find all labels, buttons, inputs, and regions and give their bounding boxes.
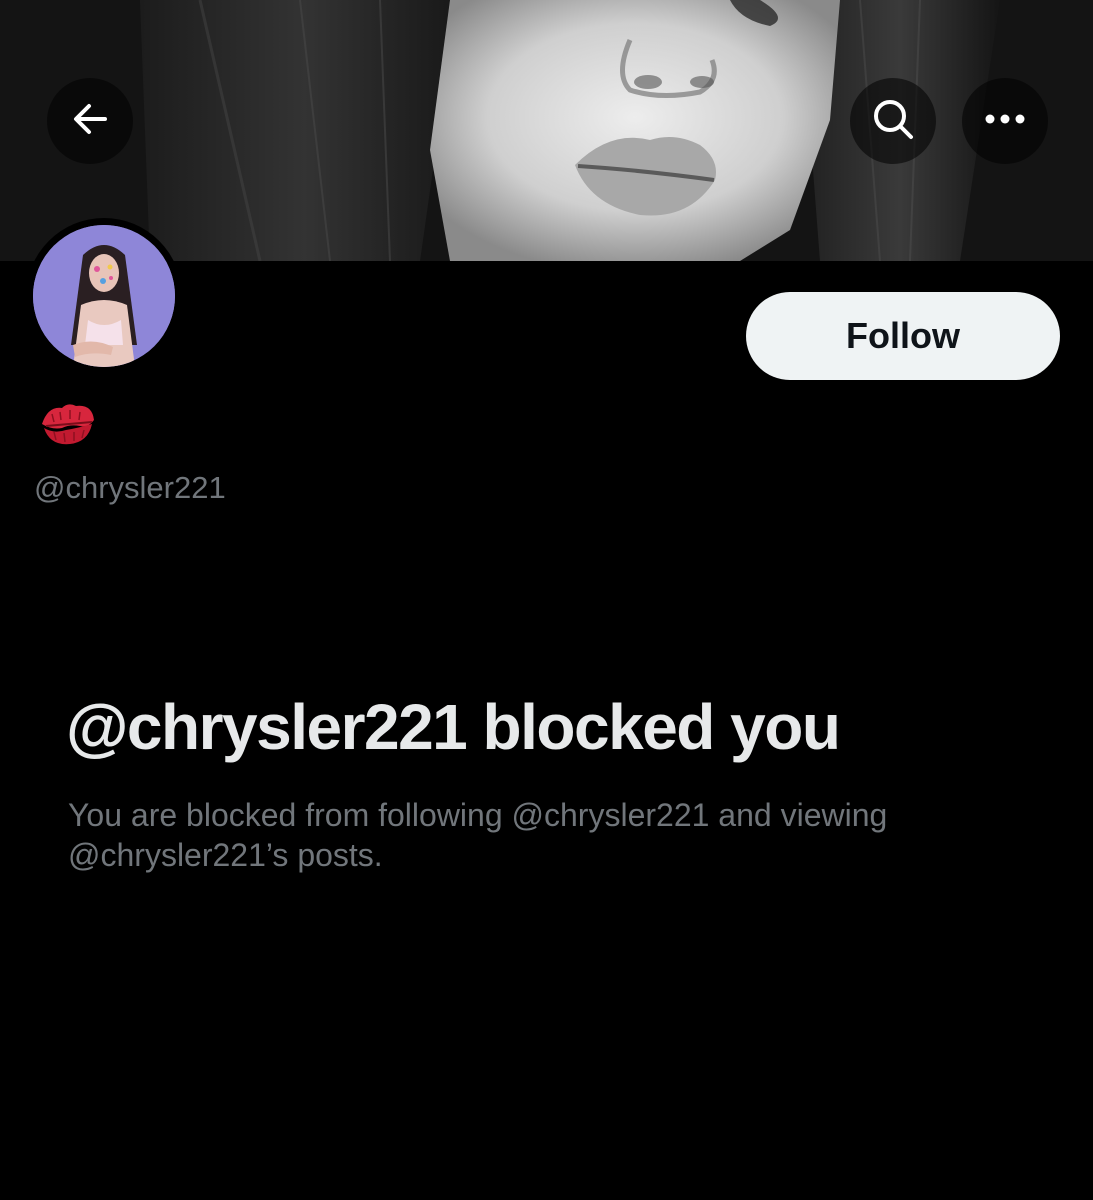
arrow-left-icon bbox=[69, 98, 111, 145]
more-button[interactable] bbox=[962, 78, 1048, 164]
display-name: 💋 bbox=[40, 402, 96, 448]
avatar bbox=[33, 225, 175, 367]
back-button[interactable] bbox=[47, 78, 133, 164]
blocked-description: You are blocked from following @chrysler… bbox=[68, 797, 888, 873]
more-horizontal-icon bbox=[985, 112, 1025, 130]
search-icon bbox=[871, 97, 915, 146]
follow-button[interactable]: Follow bbox=[746, 292, 1060, 380]
avatar-container[interactable] bbox=[26, 218, 182, 374]
kiss-mark-icon bbox=[42, 404, 94, 445]
search-button[interactable] bbox=[850, 78, 936, 164]
profile-handle: @chrysler221 bbox=[34, 470, 226, 505]
blocked-title: @chrysler221 blocked you bbox=[66, 691, 841, 763]
